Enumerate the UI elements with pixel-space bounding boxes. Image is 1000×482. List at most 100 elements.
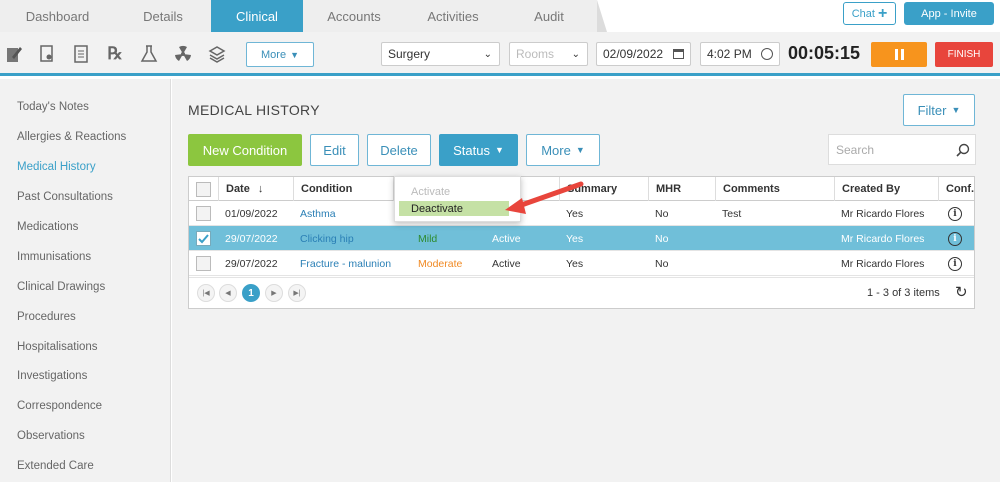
refresh-icon[interactable]: ↻ — [955, 283, 968, 301]
tab-accounts[interactable]: Accounts — [303, 0, 415, 32]
edit-button[interactable]: Edit — [310, 134, 359, 166]
tab-label: Details — [143, 8, 183, 24]
conf-info-icon[interactable]: i — [941, 201, 962, 226]
rooms-placeholder: Rooms — [516, 47, 555, 61]
rooms-select[interactable]: Rooms ⌄ — [509, 42, 588, 66]
stack-icon[interactable] — [207, 43, 227, 65]
location-value: Surgery — [388, 47, 431, 61]
time-field[interactable]: 4:02 PM — [700, 42, 780, 66]
col-date-label: Date — [226, 183, 250, 195]
clock-icon — [761, 48, 773, 60]
conf-info-icon[interactable]: i — [941, 226, 962, 251]
cell-condition-link[interactable]: Clicking hip — [293, 226, 354, 251]
sidebar-item-hospitalisations[interactable]: Hospitalisations — [17, 341, 98, 353]
tab-label: Accounts — [327, 8, 381, 24]
cell-comments — [715, 251, 722, 276]
sidebar-item-allergies[interactable]: Allergies & Reactions — [17, 131, 126, 143]
col-mhr[interactable]: MHR — [648, 177, 715, 201]
sidebar-item-investigations[interactable]: Investigations — [17, 370, 87, 382]
tab-details[interactable]: Details — [115, 0, 221, 32]
document-icon[interactable] — [37, 43, 57, 65]
status-label: Status — [453, 142, 490, 158]
col-condition[interactable]: Condition — [293, 177, 393, 201]
table-row[interactable]: 29/07/2022 Fracture - malunion Moderate … — [189, 251, 974, 276]
date-field[interactable]: 02/09/2022 — [596, 42, 691, 66]
location-select[interactable]: Surgery ⌄ — [381, 42, 500, 66]
col-comments[interactable]: Comments — [715, 177, 834, 201]
plus-icon: + — [877, 4, 888, 22]
tab-activities[interactable]: Activities — [405, 0, 511, 32]
cell-condition-link[interactable]: Fracture - malunion — [293, 251, 391, 276]
new-condition-button[interactable]: New Condition — [188, 134, 302, 166]
cell-condition-link[interactable]: Asthma — [293, 201, 336, 226]
radiation-icon[interactable] — [173, 43, 193, 65]
consult-timer: 00:05:15 — [788, 43, 861, 63]
select-all-checkbox[interactable] — [196, 182, 211, 197]
cell-date: 29/07/2022 — [225, 257, 278, 270]
sidebar-item-correspondence[interactable]: Correspondence — [17, 400, 102, 412]
cell-status: Active — [492, 232, 521, 245]
row-checkbox-checked[interactable] — [196, 231, 211, 246]
pager-summary: 1 - 3 of 3 items — [867, 287, 940, 299]
prescription-icon[interactable]: ℞ — [105, 43, 125, 65]
app-invite-button[interactable]: App - Invite — [904, 2, 994, 25]
lab-icon[interactable] — [139, 43, 159, 65]
menu-item-deactivate[interactable]: Deactivate — [399, 201, 509, 216]
status-button[interactable]: Status ▼ — [439, 134, 518, 166]
page-current[interactable]: 1 — [242, 284, 260, 302]
tab-audit[interactable]: Audit — [501, 0, 607, 32]
tab-label: Activities — [427, 8, 479, 24]
form-icon[interactable] — [71, 43, 91, 65]
row-checkbox[interactable] — [196, 256, 211, 271]
page-title: MEDICAL HISTORY — [188, 102, 320, 118]
tab-clinical[interactable]: Clinical — [211, 0, 313, 32]
sidebar-item-extended-care[interactable]: Extended Care — [17, 460, 94, 472]
pause-button[interactable] — [871, 42, 927, 67]
cell-summary: Yes — [566, 232, 584, 245]
next-page-icon[interactable]: ▶ — [265, 284, 283, 302]
pause-icon — [894, 49, 904, 60]
sidebar-item-todays-notes[interactable]: Today's Notes — [17, 101, 89, 113]
last-page-icon[interactable]: ▶| — [288, 284, 306, 302]
cell-comments: Test — [722, 207, 742, 220]
finish-button[interactable]: FINISH — [935, 42, 993, 67]
cell-created-by: Mr Ricardo Flores — [841, 232, 925, 245]
sidebar-item-past-consultations[interactable]: Past Consultations — [17, 191, 113, 203]
checkmark-icon — [198, 234, 209, 244]
search-icon — [956, 143, 970, 157]
calendar-icon — [673, 49, 684, 59]
sidebar-item-observations[interactable]: Observations — [17, 430, 85, 442]
col-date[interactable]: Date ↓ — [218, 177, 293, 201]
chevron-down-icon: ⌄ — [571, 48, 580, 60]
cell-mhr: No — [655, 257, 669, 270]
first-page-icon[interactable]: |◀ — [197, 284, 215, 302]
filter-button[interactable]: Filter ▼ — [903, 94, 975, 126]
row-checkbox[interactable] — [196, 206, 211, 221]
chat-button[interactable]: Chat + — [843, 2, 896, 25]
sidebar-item-procedures[interactable]: Procedures — [17, 311, 76, 323]
delete-button[interactable]: Delete — [367, 134, 431, 166]
conf-info-icon[interactable]: i — [941, 251, 962, 276]
cell-created-by: Mr Ricardo Flores — [841, 257, 925, 270]
sidebar-item-clinical-drawings[interactable]: Clinical Drawings — [17, 281, 105, 293]
toolbar-more-button[interactable]: More ▼ — [246, 42, 314, 67]
more-button[interactable]: More ▼ — [526, 134, 600, 166]
annotation-arrow — [505, 181, 584, 214]
col-conf[interactable]: Conf. — [938, 177, 974, 201]
chat-label: Chat — [851, 7, 875, 20]
prev-page-icon[interactable]: ◀ — [219, 284, 237, 302]
col-created-by[interactable]: Created By — [834, 177, 938, 201]
sidebar-item-medical-history[interactable]: Medical History — [17, 161, 96, 173]
tab-dashboard[interactable]: Dashboard — [0, 0, 125, 32]
notes-icon[interactable] — [4, 43, 24, 65]
chevron-down-icon: ▼ — [290, 49, 299, 60]
sidebar-item-immunisations[interactable]: Immunisations — [17, 251, 91, 263]
search-input[interactable]: Search — [828, 134, 976, 165]
chevron-down-icon: ⌄ — [483, 48, 492, 60]
table-row-selected[interactable]: 29/07/2022 Clicking hip Mild Active Yes … — [189, 226, 974, 251]
sort-down-icon: ↓ — [257, 183, 264, 195]
cell-date: 01/09/2022 — [225, 207, 278, 220]
clinical-toolbar: ℞ More ▼ Surgery ⌄ Rooms ⌄ 02/09/2022 4:… — [0, 32, 1000, 76]
chevron-down-icon: ▼ — [494, 145, 504, 155]
sidebar-item-medications[interactable]: Medications — [17, 221, 78, 233]
